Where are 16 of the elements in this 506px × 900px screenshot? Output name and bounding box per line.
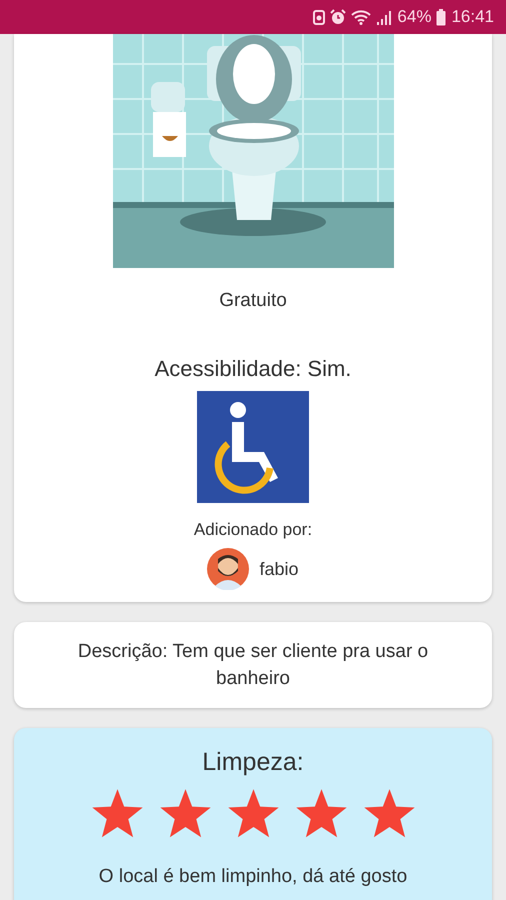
clock: 16:41	[451, 7, 494, 27]
review-comment: O local é bem limpinho, dá até gosto	[98, 866, 408, 889]
review-title: Limpeza:	[202, 748, 304, 777]
user-name: fabio	[259, 558, 299, 580]
battery-icon	[436, 8, 446, 26]
avatar-icon	[207, 548, 250, 590]
sim-icon	[313, 10, 326, 24]
accessibility-text: Acessibilidade: Sim.	[154, 356, 352, 382]
battery-level: 64%	[397, 7, 432, 27]
price-text: Gratuito	[219, 290, 287, 312]
wifi-icon	[351, 10, 372, 24]
added-by-label: Adicionado por:	[194, 520, 312, 540]
signal-icon	[376, 10, 392, 24]
description-text: Descrição: Tem que ser cliente pra usar o banheiro	[76, 640, 430, 691]
alarm-icon	[330, 9, 346, 25]
accessibility-icon	[194, 388, 312, 506]
